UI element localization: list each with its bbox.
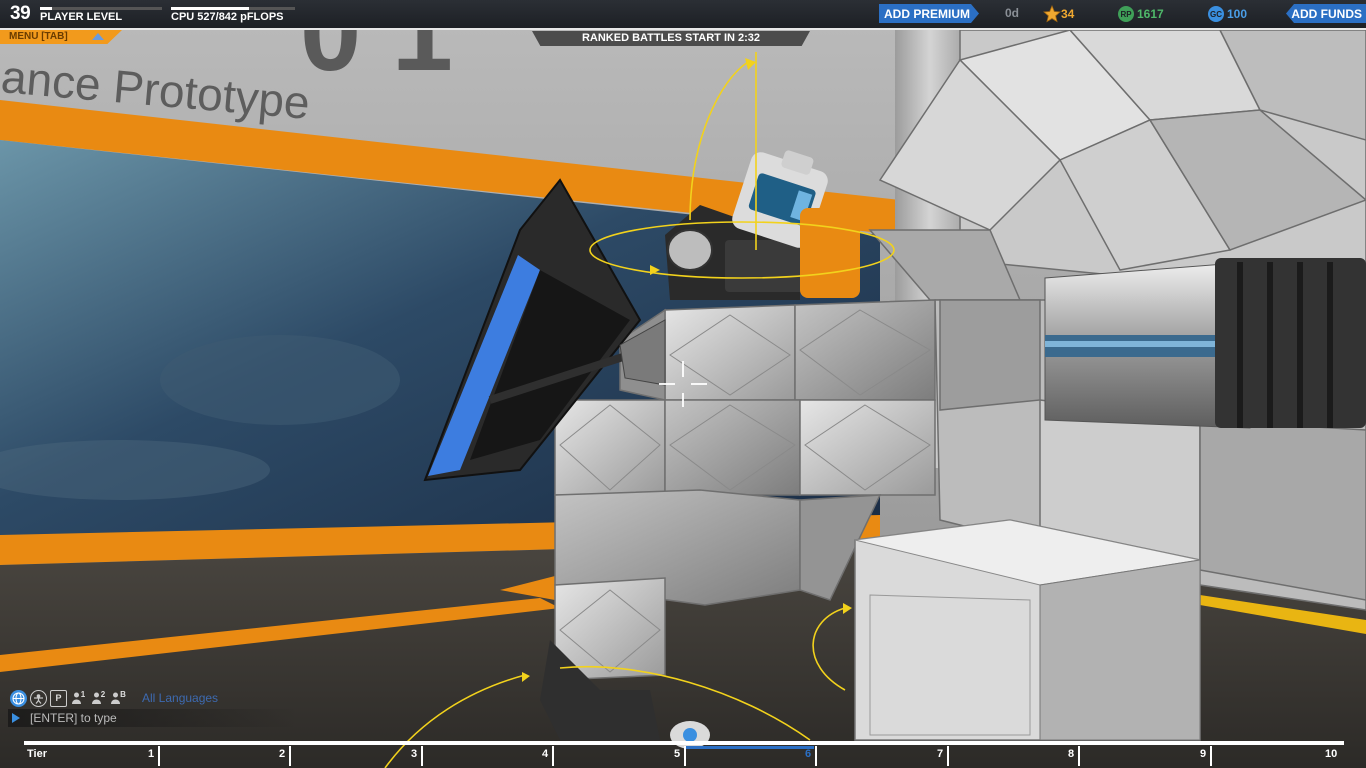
stars-counter: 34 [1043,5,1074,23]
player-block-icon[interactable]: B [110,690,127,707]
person-icon[interactable] [30,689,47,707]
robits-counter: RP 1617 [1118,5,1164,23]
galaxy-credits-value: 100 [1227,7,1248,21]
tier-number-5: 5 [674,748,681,760]
tier-divider [158,746,160,766]
player-level-label: PLAYER LEVEL [40,11,123,23]
add-premium-button[interactable]: ADD PREMIUM [879,4,979,23]
cpu-usage-label: CPU 527/842 pFLOPS [171,11,284,23]
tier-number-1: 1 [148,748,155,760]
chat-channel-bar: P 1 2 B All Languages [10,688,218,708]
tier-progress-line [24,741,1344,745]
tier-divider [815,746,817,766]
tier-number-7: 7 [937,748,944,760]
player-two-label: 2 [100,689,106,699]
cpu-usage-fill [171,7,249,10]
menu-tab-label: MENU [TAB] [9,31,68,42]
chat-prompt-icon [12,713,20,723]
tier-divider [552,746,554,766]
top-hud-bar: 39 PLAYER LEVEL CPU 527/842 pFLOPS ADD P… [0,0,1366,30]
tier-number-3: 3 [411,748,418,760]
tier-number-9: 9 [1200,748,1207,760]
chat-input[interactable] [30,711,270,725]
ranked-battle-timer: RANKED BATTLES START IN 2:32 [532,31,810,46]
player-two-icon[interactable]: 2 [90,690,107,707]
party-icon[interactable]: P [50,689,67,707]
menu-arrow-icon [92,33,104,40]
tier-divider [947,746,949,766]
player-one-label: 1 [80,689,86,699]
player-level-progress-fill [40,7,53,10]
tier-label: Tier [27,748,47,760]
tier-number-8: 8 [1068,748,1075,760]
tier-active-highlight [686,746,814,749]
tier-number-6: 6 [805,748,812,760]
globe-icon[interactable] [10,689,27,707]
stars-value: 34 [1061,7,1075,21]
cpu-usage-bar [171,7,295,10]
premium-days-remaining: 0d [1005,6,1020,20]
star-icon [1043,5,1061,23]
player-block-label: B [120,689,126,699]
crosshair-icon [659,361,707,407]
add-funds-button[interactable]: ADD FUNDS [1286,4,1366,23]
tier-progress-bar: Tier 1 2 3 4 5 6 7 8 9 10 [24,738,1344,768]
tier-number-10: 10 [1325,748,1338,760]
player-one-icon[interactable]: 1 [70,690,87,707]
chat-input-bar[interactable] [8,709,298,727]
tier-divider [289,746,291,766]
player-level-number: 39 [10,3,31,24]
tier-divider [421,746,423,766]
galaxy-credits-counter: GC 100 [1208,5,1247,23]
robits-value: 1617 [1137,7,1164,21]
galaxy-credits-icon: GC [1208,6,1224,22]
robits-icon: RP [1118,6,1134,22]
tier-number-4: 4 [542,748,549,760]
tier-divider [1210,746,1212,766]
tier-divider [684,746,686,766]
tier-divider [1078,746,1080,766]
menu-tab-button[interactable]: MENU [TAB] [0,30,122,44]
player-level-progress [40,7,162,10]
chat-language-selector[interactable]: All Languages [142,691,218,705]
tier-number-2: 2 [279,748,286,760]
